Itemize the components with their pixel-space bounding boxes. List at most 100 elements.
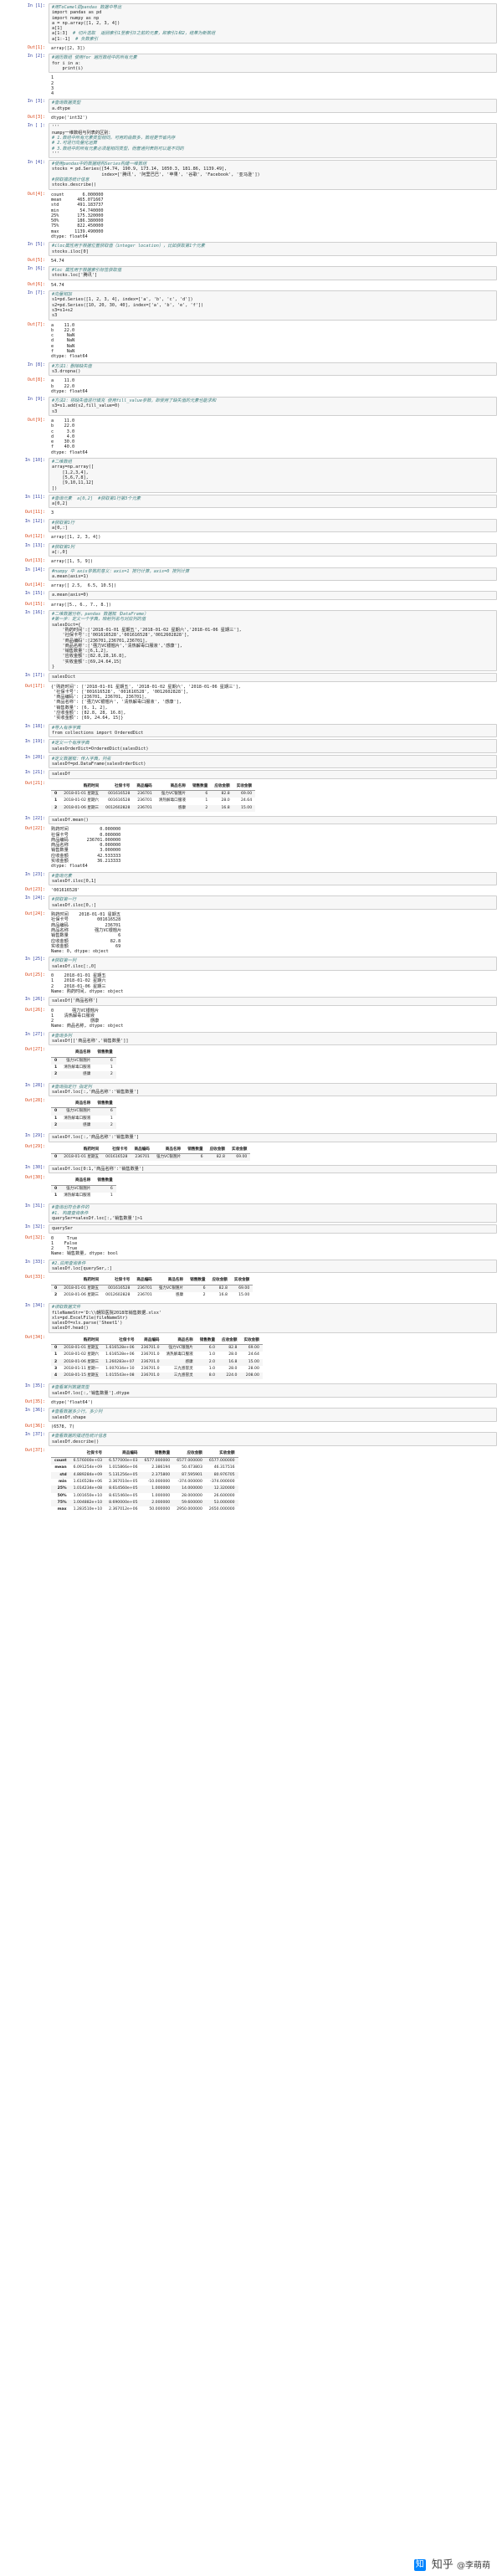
input-cell[interactable]: In [16]: #二维数据分析，pandas 数据框（DataFrame） #第… xyxy=(0,610,497,672)
code-editor[interactable]: #查看某列数据类型 salesDf.loc[:,'销售数量'].dtype xyxy=(49,1383,497,1398)
code-editor[interactable]: #向量相加 s1=pd.Series([1, 2, 3, 4], index=[… xyxy=(49,290,497,321)
table-row: 1 清热解毒口服液 1 xyxy=(51,1116,116,1122)
input-cell[interactable]: In [34]: #读取数据文件 fileNameStr='D:\\朝阳医院201… xyxy=(0,1303,497,1333)
code-editor[interactable]: #2.应用查询条件 salesDf.loc[querySer,:] xyxy=(49,1259,497,1274)
input-cell[interactable]: In [29]: salesDf.loc[:,'商品名称':'销售数量'] xyxy=(0,1133,497,1142)
code-editor[interactable]: #获取第一行 salesDf.iloc[0,:] xyxy=(49,895,497,911)
code-editor[interactable]: #iloc属性用于根据位置获取值（integer location），比如获取第… xyxy=(49,242,497,256)
code-editor[interactable]: #获取第1列 a[:,0] xyxy=(49,542,497,557)
result-output: 54.74 xyxy=(51,258,64,264)
input-cell[interactable]: In [15]: a.mean(axis=0) xyxy=(0,591,497,600)
code-editor[interactable]: #查看数据多少行，多少列 salesDf.shape xyxy=(49,1408,497,1422)
output-cell: Out[15]: array([5., 6., 7., 8.]) xyxy=(0,602,497,608)
dataframe-output: 购药时间 社保卡号 商品编码 商品名称 销售数量 应收金额 实收金额 0 2018-01-01 … xyxy=(49,1275,497,1301)
table-cell: 1 xyxy=(110,1065,113,1070)
input-cell[interactable]: In [33]: #2.应用查询条件 salesDf.loc[querySer,:… xyxy=(0,1259,497,1274)
input-cell[interactable]: In [12]: #获取第1行 a[0,:] xyxy=(0,518,497,533)
table-cell: 强力VC银翘片 xyxy=(168,1346,193,1350)
code-editor[interactable]: #查询元素 a[0,2] #获取第1行第3个元素 a[0,2] xyxy=(49,494,497,509)
cell-row: In [37]: #查看数据的描述性统计信息 salesDf.describe() xyxy=(0,1432,497,1446)
code-editor[interactable]: a.mean(axis=0) xyxy=(49,591,497,600)
code-editor[interactable]: #查询多列 salesDf[['商品名称','销售数量']] xyxy=(49,1031,497,1046)
code-editor[interactable]: #获取第一列 salesDf.iloc[:,0] xyxy=(49,957,497,972)
cell-row: Out[12]: array([1, 2, 3, 4]) xyxy=(0,534,497,541)
code-editor[interactable]: #定义一个有序字典 salesOrderDict=OrderedDict(sal… xyxy=(49,739,497,753)
input-cell[interactable]: In [19]: #定义一个有序字典 salesOrderDict=Ordered… xyxy=(0,739,497,753)
code-editor[interactable]: #查询指定行 指定列 salesDf.loc[:,'商品名称':'销售数量'] xyxy=(49,1082,497,1097)
code-editor[interactable]: #loc 属性用于根据索引标签获取值 stocks.loc['腾讯'] xyxy=(49,266,497,280)
code-editor[interactable]: salesDict xyxy=(49,673,497,682)
input-cell[interactable]: In [35]: #查看某列数据类型 salesDf.loc[:,'销售数量'].… xyxy=(0,1383,497,1398)
cell-row: In [7]: #向量相加 s1=pd.Series([1, 2, 3, 4], … xyxy=(0,290,497,321)
code-editor[interactable]: querySer xyxy=(49,1224,497,1234)
code-editor[interactable]: #读取数据文件 fileNameStr='D:\\朝阳医院2018年销售数据.x… xyxy=(49,1303,497,1333)
input-cell[interactable]: In [1]: #用ToCamel把pandas 数据中导出 import pan… xyxy=(0,3,497,44)
input-cell[interactable]: In [3]: #查询数据类型 a.dtype xyxy=(0,99,497,114)
input-cell[interactable]: In [9]: #方法2：将缺失值进行填充 使用fill_value参数，即使用了… xyxy=(0,397,497,416)
input-cell[interactable]: In [28]: #查询指定行 指定列 salesDf.loc[:,'商品名称':… xyxy=(0,1082,497,1097)
code-editor[interactable]: #遍历数组 使用for 遍历数组中的所有元素 for i in a: print… xyxy=(49,54,497,74)
output-cell: Out[24]: 购药时间 2018-01-01 星期五 社保卡号 0016165… xyxy=(0,911,497,955)
code-editor[interactable]: salesDf.mean() xyxy=(49,815,497,825)
cell-prompt: In [15]: xyxy=(24,591,45,597)
input-cell[interactable]: In [4]: #使用pandas中的数据结构Series构建一维数组 stock… xyxy=(0,160,497,190)
code-editor[interactable]: #获取第1行 a[0,:] xyxy=(49,518,497,533)
input-cell[interactable]: In [6]: #loc 属性用于根据索引标签获取值 stocks.loc['腾讯… xyxy=(0,266,497,280)
code-editor[interactable]: salesDf.loc[:,'商品名称':'销售数量'] xyxy=(49,1133,497,1142)
code-comment: #numpy 中 axis参数的意义：axis=1 按行计算，axis=0 按列… xyxy=(52,568,190,574)
input-cell[interactable]: In [32]: querySer xyxy=(0,1224,497,1234)
table-cell: 强力VC银翘片 xyxy=(66,1186,91,1191)
input-cell[interactable]: In [ ]: ''' numpy一维数组与列表的区别： # 1.数组中所有元素类… xyxy=(0,123,497,159)
code-editor[interactable]: #导入有序字典 from collections import OrderedD… xyxy=(49,723,497,738)
cell-prompt: In [7]: xyxy=(27,290,45,296)
input-cell[interactable]: In [13]: #获取第1列 a[:,0] xyxy=(0,542,497,557)
input-cell[interactable]: In [27]: #查询多列 salesDf[['商品名称','销售数量']] xyxy=(0,1031,497,1046)
cell-prompt: Out[13]: xyxy=(24,558,45,564)
input-cell[interactable]: In [21]: salesDf xyxy=(0,770,497,779)
input-cell[interactable]: In [24]: #获取第一行 salesDf.iloc[0,:] xyxy=(0,895,497,911)
code-editor[interactable]: #查询元素 salesDf.iloc[0,1] xyxy=(49,871,497,886)
input-cell[interactable]: In [14]: #numpy 中 axis参数的意义：axis=1 按行计算，a… xyxy=(0,567,497,582)
code-editor[interactable]: salesDf.loc[0:1,'商品名称':'销售数量'] xyxy=(49,1165,497,1174)
input-cell[interactable]: In [17]: salesDict xyxy=(0,673,497,682)
code-editor[interactable]: #定义数据框：传入字典，列名 salesDf=pd.DataFrame(sale… xyxy=(49,754,497,769)
input-cell[interactable]: In [30]: salesDf.loc[0:1,'商品名称':'销售数量'] xyxy=(0,1165,497,1174)
output-cell: Out[23]: '001616528' xyxy=(0,887,497,894)
input-cell[interactable]: In [11]: #查询元素 a[0,2] #获取第1行第3个元素 a[0,2] xyxy=(0,494,497,509)
input-cell[interactable]: In [7]: #向量相加 s1=pd.Series([1, 2, 3, 4], … xyxy=(0,290,497,321)
table-cell: 清热解毒口服液 xyxy=(64,1193,91,1198)
input-cell[interactable]: In [10]: #二维数组 array=np.array([ [1,2,3,4]… xyxy=(0,458,497,493)
column-header: 销售数量 xyxy=(94,1101,116,1109)
input-cell[interactable]: In [23]: #查询元素 salesDf.iloc[0,1] xyxy=(0,871,497,886)
input-cell[interactable]: In [5]: #iloc属性用于根据位置获取值（integer location… xyxy=(0,242,497,256)
code-editor[interactable]: #查询数据类型 a.dtype xyxy=(49,99,497,114)
cell-row: In [2]: #遍历数组 使用for 遍历数组中的所有元素 for i in a… xyxy=(0,54,497,74)
code-editor[interactable]: ''' numpy一维数组与列表的区别： # 1.数组中所有元素类型相同，可用的… xyxy=(49,123,497,159)
code-editor[interactable]: #二维数据分析，pandas 数据框（DataFrame） #第一步：定义一个字… xyxy=(49,610,497,672)
code-editor[interactable]: salesDf['商品名称'] xyxy=(49,997,497,1006)
code-editor[interactable]: #方法1：删除缺失值 s3.dropna() xyxy=(49,362,497,377)
dataframe-output: 社保卡号 商品编码 销售数量 应收金额 实收金额 count 6.576000e+03 6.5… xyxy=(49,1448,497,1516)
input-cell[interactable]: In [31]: #查询出符合条件的 #1. 构建查询条件 querySer=sa… xyxy=(0,1203,497,1224)
code-editor[interactable]: #方法2：将缺失值进行填充 使用fill_value参数，即使用了缺失值的元素也… xyxy=(49,397,497,416)
cell-prompt: In [36]: xyxy=(24,1408,45,1414)
input-cell[interactable]: In [20]: #定义数据框：传入字典，列名 salesDf=pd.DataFr… xyxy=(0,754,497,769)
input-cell[interactable]: In [8]: #方法1：删除缺失值 s3.dropna() xyxy=(0,362,497,377)
input-cell[interactable]: In [37]: #查看数据的描述性统计信息 salesDf.describe() xyxy=(0,1432,497,1446)
cell-prompt: Out[29]: xyxy=(24,1143,45,1149)
input-cell[interactable]: In [36]: #查看数据多少行，多少列 salesDf.shape xyxy=(0,1408,497,1422)
code-editor[interactable]: #二维数组 array=np.array([ [1,2,3,4], [5,6,7… xyxy=(49,458,497,493)
column-header: 购药时间 xyxy=(60,1337,103,1345)
code-editor[interactable]: #查询出符合条件的 #1. 构建查询条件 querySer=salesDf.lo… xyxy=(49,1203,497,1224)
code-editor[interactable]: #numpy 中 axis参数的意义：axis=1 按行计算，axis=0 按列… xyxy=(49,567,497,582)
code-editor[interactable]: salesDf xyxy=(49,770,497,779)
input-cell[interactable]: In [22]: salesDf.mean() xyxy=(0,815,497,825)
code-editor[interactable]: #使用pandas中的数据结构Series构建一维数组 stocks = pd.… xyxy=(49,160,497,190)
code-editor[interactable]: #用ToCamel把pandas 数据中导出 import pandas as … xyxy=(49,3,497,44)
code-editor[interactable]: #查看数据的描述性统计信息 salesDf.describe() xyxy=(49,1432,497,1446)
table-cell: 236701 xyxy=(137,1292,152,1297)
input-cell[interactable]: In [26]: salesDf['商品名称'] xyxy=(0,997,497,1006)
input-cell[interactable]: In [25]: #获取第一列 salesDf.iloc[:,0] xyxy=(0,957,497,972)
input-cell[interactable]: In [2]: #遍历数组 使用for 遍历数组中的所有元素 for i in a… xyxy=(0,54,497,74)
input-cell[interactable]: In [18]: #导入有序字典 from collections import … xyxy=(0,723,497,738)
